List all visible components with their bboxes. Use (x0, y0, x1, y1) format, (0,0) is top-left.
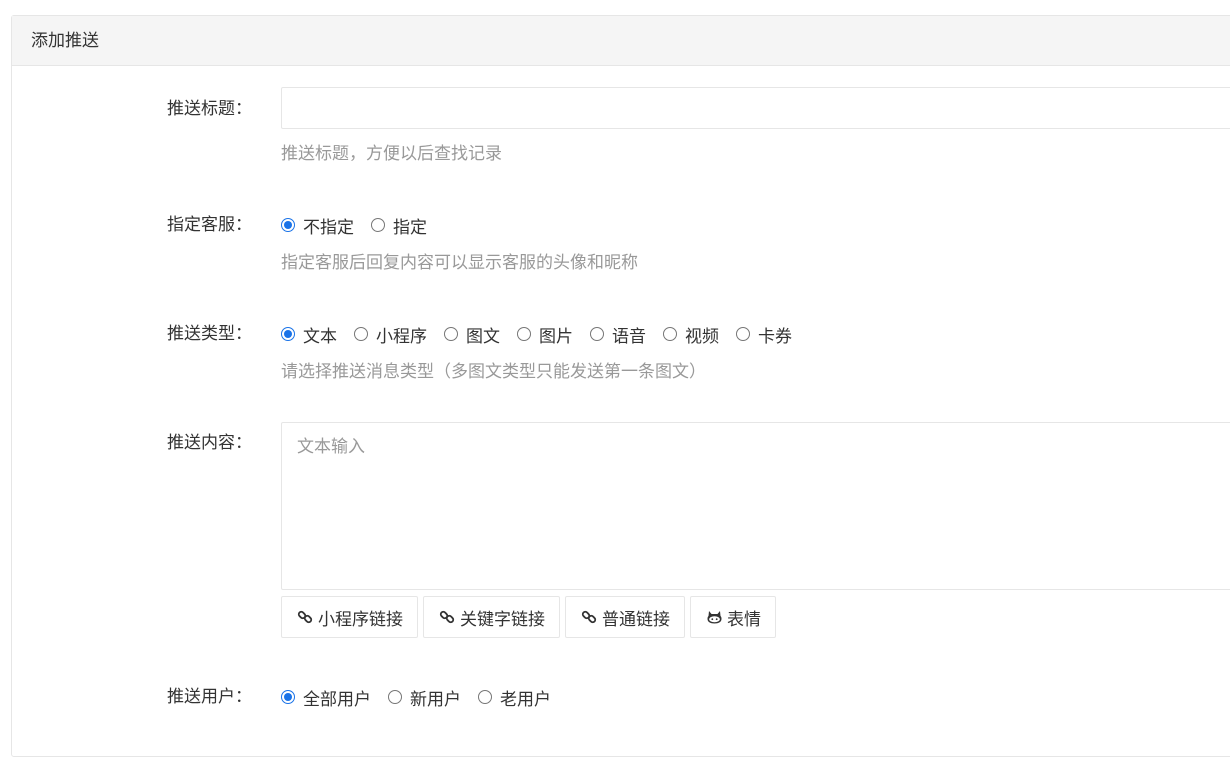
radio-type-coupon[interactable]: 卡券 (736, 322, 792, 347)
content-toolbar: 小程序链接 关键字链接 普通链接 表情 (281, 596, 776, 638)
normal-link-label: 普通链接 (602, 609, 670, 630)
radio-unchecked-icon[interactable] (371, 218, 385, 232)
push-title-label: 推送标题： (167, 99, 252, 119)
emoji-button[interactable]: 表情 (690, 596, 776, 638)
radio-unchecked-icon[interactable] (517, 327, 531, 341)
radio-label: 老用户 (500, 689, 551, 710)
radio-checked-icon[interactable] (281, 327, 295, 341)
radio-unchecked-icon[interactable] (663, 327, 677, 341)
radio-label: 指定 (393, 217, 427, 238)
radio-label: 全部用户 (303, 689, 371, 710)
radio-type-image[interactable]: 图片 (517, 322, 573, 347)
radio-unchecked-icon[interactable] (354, 327, 368, 341)
radio-label: 不指定 (303, 217, 354, 238)
add-push-panel: 添加推送 推送标题： 推送标题，方便以后查找记录 指定客服： 不指定 指定 指定… (11, 15, 1230, 757)
radio-label: 语音 (612, 326, 646, 347)
radio-new-users[interactable]: 新用户 (388, 685, 461, 710)
miniprogram-link-label: 小程序链接 (318, 609, 403, 630)
push-type-help: 请选择推送消息类型（多图文类型只能发送第一条图文） (281, 362, 706, 382)
radio-label: 文本 (303, 326, 337, 347)
radio-no-assign[interactable]: 不指定 (281, 213, 354, 238)
push-users-label: 推送用户： (167, 687, 252, 707)
assign-service-label: 指定客服： (167, 215, 252, 235)
radio-label: 小程序 (376, 326, 427, 347)
radio-old-users[interactable]: 老用户 (478, 685, 551, 710)
radio-label: 图片 (539, 326, 573, 347)
miniprogram-link-button[interactable]: 小程序链接 (281, 596, 418, 638)
radio-label: 视频 (685, 326, 719, 347)
radio-unchecked-icon[interactable] (478, 690, 492, 704)
radio-unchecked-icon[interactable] (736, 327, 750, 341)
link-icon (296, 608, 314, 626)
keyword-link-label: 关键字链接 (460, 609, 545, 630)
push-title-input[interactable] (281, 87, 1230, 129)
radio-type-article[interactable]: 图文 (444, 322, 500, 347)
link-icon (580, 608, 598, 626)
radio-type-voice[interactable]: 语音 (590, 322, 646, 347)
radio-label: 新用户 (410, 689, 461, 710)
assign-service-radio-group: 不指定 指定 (281, 213, 444, 238)
radio-type-miniprogram[interactable]: 小程序 (354, 322, 427, 347)
keyword-link-button[interactable]: 关键字链接 (423, 596, 560, 638)
radio-label: 图文 (466, 326, 500, 347)
radio-type-video[interactable]: 视频 (663, 322, 719, 347)
emoji-label: 表情 (727, 609, 761, 630)
radio-unchecked-icon[interactable] (444, 327, 458, 341)
link-icon (438, 608, 456, 626)
normal-link-button[interactable]: 普通链接 (565, 596, 685, 638)
radio-all-users[interactable]: 全部用户 (281, 685, 371, 710)
radio-checked-icon[interactable] (281, 218, 295, 232)
push-users-radio-group: 全部用户 新用户 老用户 (281, 685, 568, 710)
radio-unchecked-icon[interactable] (590, 327, 604, 341)
push-content-textarea[interactable] (281, 422, 1230, 590)
radio-assign[interactable]: 指定 (371, 213, 427, 238)
radio-unchecked-icon[interactable] (388, 690, 402, 704)
push-type-radio-group: 文本 小程序 图文 图片 语音 视频 卡券 (281, 322, 809, 347)
push-content-label: 推送内容： (167, 433, 252, 453)
panel-title: 添加推送 (12, 16, 1230, 66)
push-title-help: 推送标题，方便以后查找记录 (281, 144, 502, 164)
radio-checked-icon[interactable] (281, 690, 295, 704)
radio-type-text[interactable]: 文本 (281, 322, 337, 347)
github-cat-icon (705, 608, 723, 626)
push-type-label: 推送类型： (167, 324, 252, 344)
assign-service-help: 指定客服后回复内容可以显示客服的头像和昵称 (281, 253, 638, 273)
radio-label: 卡券 (758, 326, 792, 347)
